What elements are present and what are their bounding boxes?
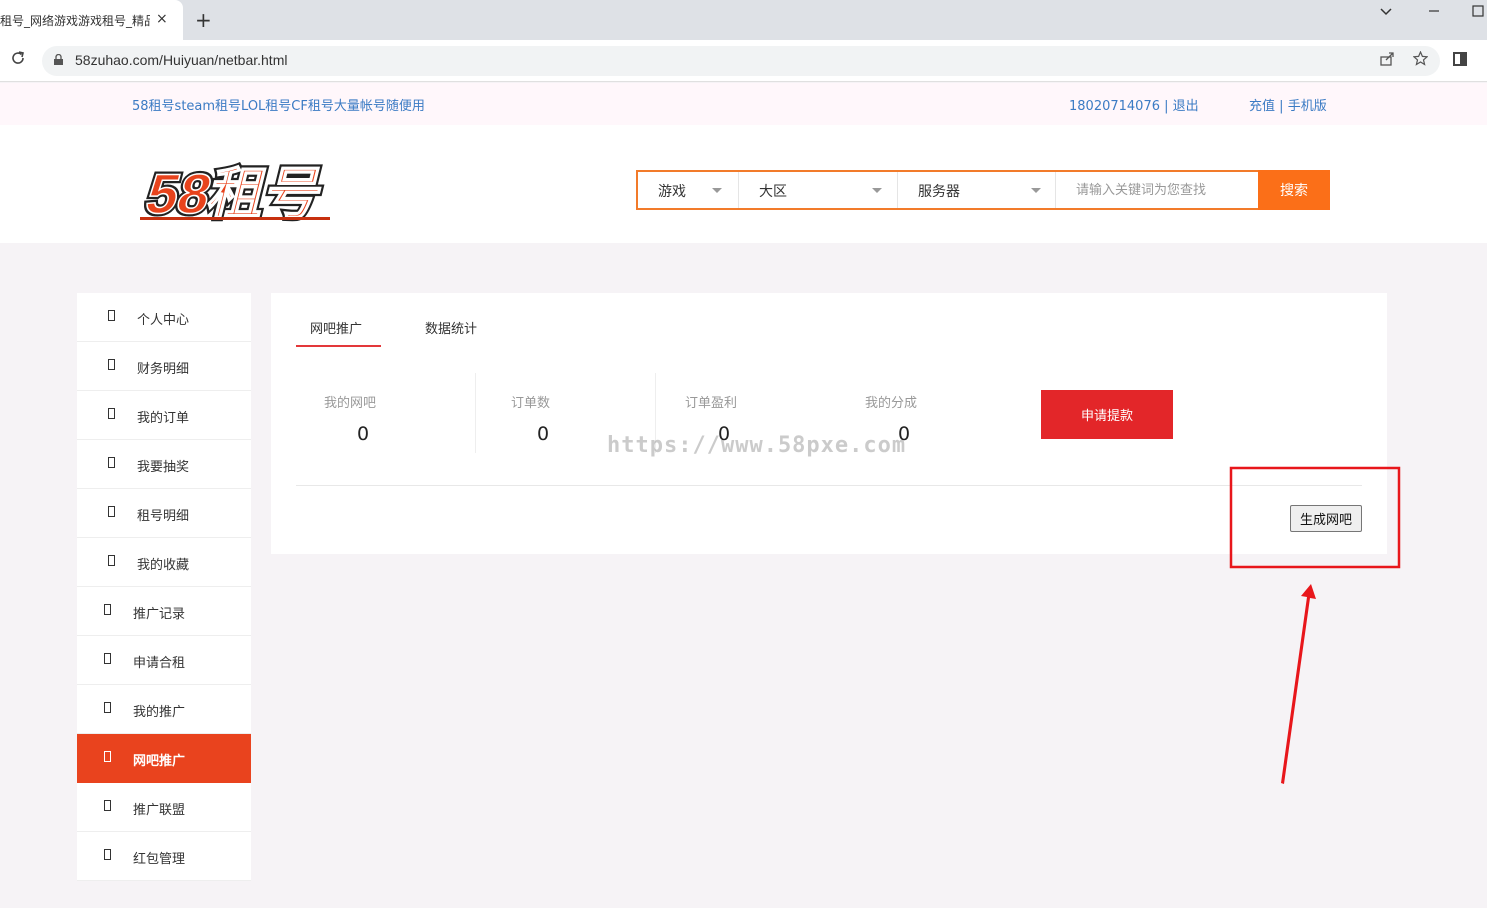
chevron-down-icon — [712, 188, 722, 193]
apply-withdrawal-button[interactable]: 申请提款 — [1041, 390, 1173, 439]
tab-title: 租号_网络游戏游戏租号_精品 — [0, 14, 150, 28]
placeholder-square-icon — [108, 359, 115, 370]
site-top-nav: 58租号steam租号LOL租号CF租号大量帐号随便用 18020714076 … — [0, 83, 1487, 125]
sidebar-item-finance[interactable]: 财务明细 — [77, 342, 251, 391]
sidebar-item-label: 网吧推广 — [133, 754, 186, 769]
sidebar-item-my-promotion[interactable]: 我的推广 — [77, 685, 251, 734]
sidebar-item-promo-records[interactable]: 推广记录 — [77, 587, 251, 636]
placeholder-square-icon — [108, 408, 115, 419]
user-phone-link[interactable]: 18020714076 — [1069, 99, 1160, 114]
sidebar-item-personal-center[interactable]: 个人中心 — [77, 293, 251, 342]
placeholder-square-icon — [104, 653, 111, 664]
placeholder-square-icon — [104, 800, 111, 811]
placeholder-square-icon — [108, 310, 115, 321]
placeholder-square-icon — [108, 555, 115, 566]
browser-tab-bar: 租号_网络游戏游戏租号_精品 × + — [0, 0, 1487, 40]
browser-tab[interactable]: 租号_网络游戏游戏租号_精品 × — [0, 0, 183, 40]
reload-icon[interactable] — [10, 50, 26, 71]
chevron-down-icon — [1031, 188, 1041, 193]
browser-address-bar: 58zuhao.com/Huiyuan/netbar.html — [0, 40, 1487, 82]
share-icon[interactable] — [1380, 51, 1395, 70]
side-panel-icon[interactable] — [1453, 52, 1467, 66]
sidebar-item-label: 我的推广 — [133, 705, 186, 720]
game-select-label: 游戏 — [658, 184, 686, 200]
stat-order-profit-label: 订单盈利 — [685, 396, 738, 411]
sidebar-item-lottery[interactable]: 我要抽奖 — [77, 440, 251, 489]
minimize-icon[interactable] — [1428, 5, 1440, 21]
mobile-version-link[interactable]: 手机版 — [1288, 99, 1327, 114]
sidebar-item-rent-details[interactable]: 租号明细 — [77, 489, 251, 538]
search-button[interactable]: 搜索 — [1258, 170, 1330, 210]
site-header: 58租号 58租号 游戏 大区 服务器 搜索 — [0, 125, 1487, 243]
logout-link[interactable]: 退出 — [1173, 99, 1199, 114]
divider — [296, 485, 1362, 486]
chevron-down-icon — [872, 188, 882, 193]
site-slogan-link[interactable]: 58租号steam租号LOL租号CF租号大量帐号随便用 — [132, 95, 425, 114]
server-select-label: 服务器 — [918, 184, 960, 200]
stat-order-count-label: 订单数 — [511, 396, 551, 411]
sidebar-item-promo-alliance[interactable]: 推广联盟 — [77, 783, 251, 832]
tab-data-statistics[interactable]: 数据统计 — [425, 318, 477, 337]
placeholder-square-icon — [108, 457, 115, 468]
active-tab-indicator — [296, 345, 381, 347]
stat-my-netbar-label: 我的网吧 — [324, 396, 377, 411]
stat-my-share-label: 我的分成 — [865, 396, 918, 411]
sidebar-item-orders[interactable]: 我的订单 — [77, 391, 251, 440]
arrow-icon — [1281, 584, 1316, 784]
stat-my-netbar-value: 0 — [357, 423, 370, 445]
placeholder-square-icon — [104, 751, 111, 762]
search-input[interactable] — [1056, 172, 1258, 208]
site-logo[interactable]: 58租号 58租号 — [137, 161, 338, 229]
sidebar-item-label: 红包管理 — [133, 852, 186, 867]
placeholder-square-icon — [108, 506, 115, 517]
sidebar-item-label: 推广联盟 — [133, 803, 186, 818]
sidebar-item-netbar-promotion[interactable]: 网吧推广 — [77, 734, 251, 783]
pay-links: 充值 | 手机版 — [1249, 95, 1327, 114]
sidebar-item-shared-rent[interactable]: 申请合租 — [77, 636, 251, 685]
recharge-link[interactable]: 充值 — [1249, 99, 1275, 114]
svg-text:58租号: 58租号 — [140, 164, 330, 223]
region-select-label: 大区 — [759, 184, 787, 200]
sidebar-item-favorites[interactable]: 我的收藏 — [77, 538, 251, 587]
placeholder-square-icon — [104, 849, 111, 860]
maximize-icon[interactable] — [1472, 5, 1484, 21]
url-field[interactable]: 58zuhao.com/Huiyuan/netbar.html — [42, 46, 1440, 76]
main-panel: 网吧推广 数据统计 我的网吧 0 订单数 0 订单盈利 0 我的分成 0 申请提… — [271, 293, 1387, 554]
sidebar-item-label: 我的收藏 — [137, 558, 190, 573]
tab-close-icon[interactable]: × — [156, 11, 168, 27]
new-tab-icon[interactable]: + — [195, 8, 212, 32]
url-text: 58zuhao.com/Huiyuan/netbar.html — [75, 52, 288, 68]
sidebar-item-label: 推广记录 — [133, 607, 186, 622]
placeholder-square-icon — [104, 604, 111, 615]
divider — [475, 373, 476, 453]
separator: | — [1164, 99, 1169, 114]
tab-netbar-promotion[interactable]: 网吧推广 — [310, 318, 362, 337]
sidebar-item-label: 我要抽奖 — [137, 460, 190, 475]
sidebar-item-label: 我的订单 — [137, 411, 190, 426]
generate-netbar-button[interactable]: 生成网吧 — [1290, 505, 1362, 532]
sidebar: 个人中心 财务明细 我的订单 我要抽奖 租号明细 我的收藏 推广记录 申请合租 … — [77, 293, 251, 881]
tab-search-chevron-icon[interactable] — [1380, 5, 1392, 21]
sidebar-item-red-packets[interactable]: 红包管理 — [77, 832, 251, 881]
user-links: 18020714076 | 退出 — [1069, 95, 1199, 114]
game-select[interactable]: 游戏 — [638, 172, 739, 208]
stat-order-count-value: 0 — [537, 423, 550, 445]
sidebar-item-label: 租号明细 — [137, 509, 190, 524]
watermark: https://www.58pxe.com — [607, 433, 907, 458]
sidebar-item-label: 财务明细 — [137, 362, 190, 377]
sidebar-item-label: 申请合租 — [133, 656, 186, 671]
separator: | — [1279, 99, 1284, 114]
bookmark-star-icon[interactable] — [1412, 50, 1429, 70]
placeholder-square-icon — [104, 702, 111, 713]
region-select[interactable]: 大区 — [739, 172, 898, 208]
sidebar-item-label: 个人中心 — [137, 313, 190, 328]
server-select[interactable]: 服务器 — [898, 172, 1056, 208]
search-bar: 游戏 大区 服务器 搜索 — [636, 170, 1330, 210]
lock-icon — [54, 54, 63, 65]
